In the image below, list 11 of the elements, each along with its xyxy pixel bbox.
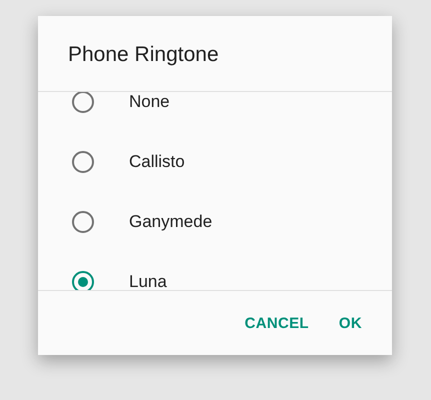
dialog-button[interactable]: OK: [330, 311, 370, 336]
radio-button[interactable]: [72, 271, 94, 290]
radio-button[interactable]: [72, 92, 94, 113]
dialog-button[interactable]: CANCEL: [236, 311, 317, 336]
ringtone-option[interactable]: Luna: [38, 252, 392, 290]
ringtone-option[interactable]: Callisto: [38, 132, 392, 192]
radio-button[interactable]: [72, 211, 94, 233]
ringtone-option[interactable]: Ganymede: [38, 192, 392, 252]
ringtone-option[interactable]: None: [38, 92, 392, 132]
dialog-title: Phone Ringtone: [67, 42, 220, 68]
radio-button[interactable]: [72, 151, 94, 173]
